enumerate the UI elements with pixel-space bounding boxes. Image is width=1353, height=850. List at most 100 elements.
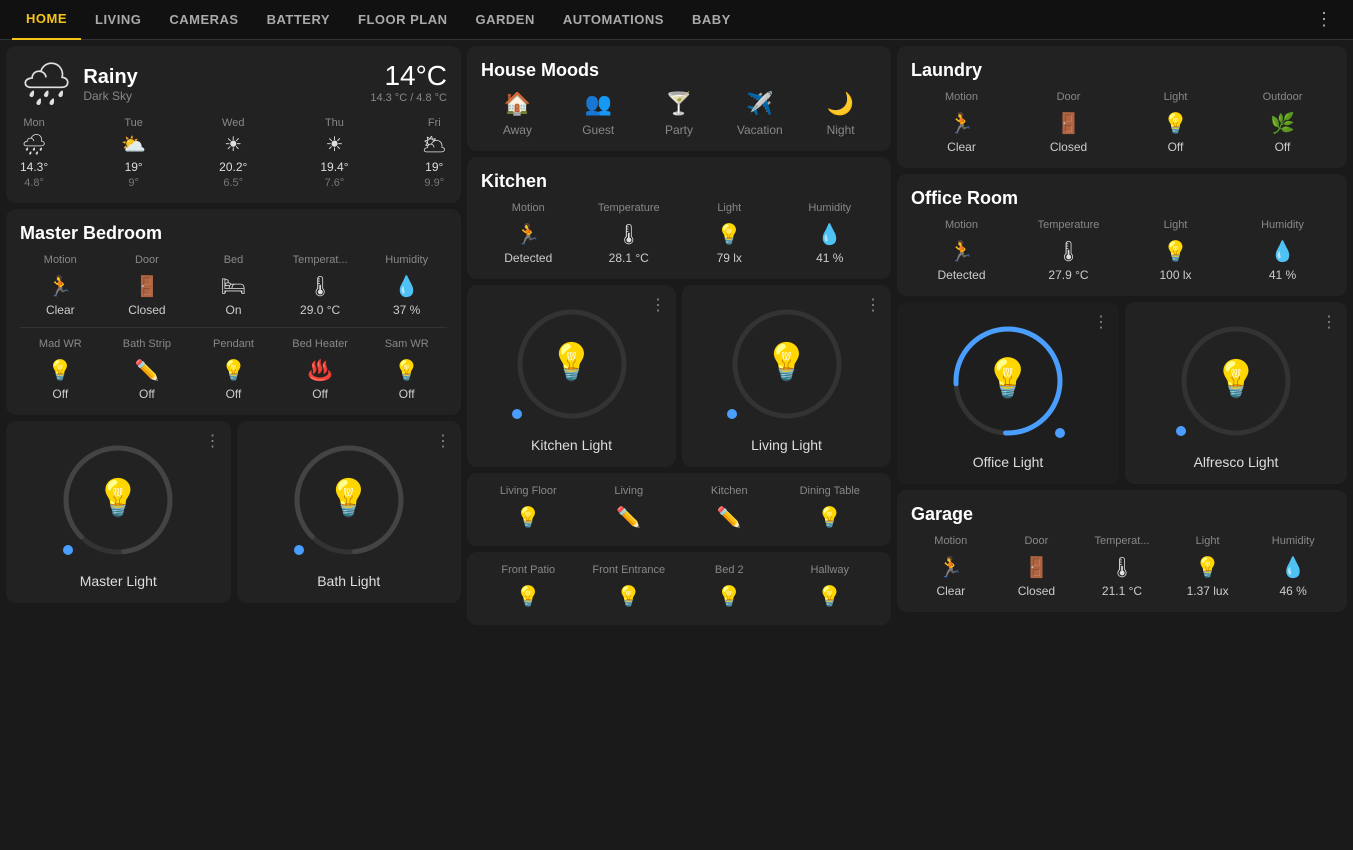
kitchen-humidity-label: Humidity xyxy=(808,202,851,214)
garage-light-icon: 💡 xyxy=(1195,555,1220,580)
weather-day-0: Mon 🌧 14.3° 4.8° xyxy=(20,117,48,189)
alfresco-light-title: Alfresco Light xyxy=(1194,454,1279,470)
mood-vacation[interactable]: ✈️ Vacation xyxy=(723,91,796,137)
nav-item-automations[interactable]: AUTOMATIONS xyxy=(549,0,678,40)
living-light-card[interactable]: ⋮ 💡 Living Light xyxy=(682,285,891,467)
office-light-card[interactable]: ⋮ 💡 Office Light xyxy=(897,302,1119,484)
office-light-sensor-label: Light xyxy=(1164,219,1188,231)
sensor-temp-label: Temperat... xyxy=(293,254,348,266)
light-bed-heater[interactable]: Bed Heater ♨️ Off xyxy=(280,338,361,401)
day1-lo: 9° xyxy=(128,177,139,189)
garage-motion-icon: 🏃 xyxy=(938,555,963,580)
nav-item-living[interactable]: LIVING xyxy=(81,0,155,40)
garage-light-label: Light xyxy=(1196,535,1220,547)
nav-item-battery[interactable]: BATTERY xyxy=(253,0,344,40)
sensor-motion-label: Motion xyxy=(44,254,77,266)
light-bath-strip[interactable]: Bath Strip ✏️ Off xyxy=(107,338,188,401)
light-pendant-value: Off xyxy=(226,387,242,401)
laundry-door-value: Closed xyxy=(1050,140,1087,154)
nav-more-icon[interactable]: ⋮ xyxy=(1307,9,1341,30)
strip1-item-3[interactable]: Dining Table 💡 xyxy=(783,485,878,534)
weather-condition: Rainy xyxy=(83,66,137,89)
master-light-card[interactable]: ⋮ 💡 Master Light xyxy=(6,421,231,603)
light-mad-wr-value: Off xyxy=(52,387,68,401)
strip1-item-1[interactable]: Living ✏️ xyxy=(582,485,677,534)
mood-party-icon: 🍸 xyxy=(665,91,692,117)
navigation: HOME LIVING CAMERAS BATTERY FLOOR PLAN G… xyxy=(0,0,1353,40)
strip2-label-2: Bed 2 xyxy=(715,564,744,576)
sensor-bed-value: On xyxy=(225,303,241,317)
kitchen-light-value: 79 lx xyxy=(717,251,742,265)
nav-item-home[interactable]: HOME xyxy=(12,0,81,40)
mood-night[interactable]: 🌙 Night xyxy=(804,91,877,137)
light-sam-wr[interactable]: Sam WR 💡 Off xyxy=(366,338,447,401)
weather-temp-main: 14°C xyxy=(370,60,447,92)
strip-grid-2: Front Patio 💡 Front Entrance 💡 Bed 2 💡 H… xyxy=(481,564,877,613)
kitchen-light-card[interactable]: ⋮ 💡 Kitchen Light xyxy=(467,285,676,467)
laundry-title: Laundry xyxy=(911,60,1333,81)
strip1-label-3: Dining Table xyxy=(800,485,860,497)
office-light-dots[interactable]: ⋮ xyxy=(1093,312,1109,332)
nav-item-floorplan[interactable]: FLOOR PLAN xyxy=(344,0,462,40)
kitchen-humidity-value: 41 % xyxy=(816,251,843,265)
office-alfresco-lights: ⋮ 💡 Office Light ⋮ xyxy=(897,302,1347,484)
light-bed-heater-label: Bed Heater xyxy=(292,338,348,350)
strip1-item-2[interactable]: Kitchen ✏️ xyxy=(682,485,777,534)
mood-vacation-label: Vacation xyxy=(737,123,783,137)
day2-hi: 20.2° xyxy=(219,160,247,174)
day1-hi: 19° xyxy=(125,160,143,174)
mood-night-label: Night xyxy=(827,123,855,137)
sensor-bed-label: Bed xyxy=(224,254,244,266)
master-light-dots[interactable]: ⋮ xyxy=(205,431,221,451)
light-pendant[interactable]: Pendant 💡 Off xyxy=(193,338,274,401)
strip2-item-1[interactable]: Front Entrance 💡 xyxy=(582,564,677,613)
strip1-item-0[interactable]: Living Floor 💡 xyxy=(481,485,576,534)
kitchen-motion: Motion 🏃 Detected xyxy=(481,202,576,265)
laundry-outdoor-value: Off xyxy=(1275,140,1291,154)
day3-name: Thu xyxy=(325,117,344,129)
kitchen-motion-label: Motion xyxy=(512,202,545,214)
office-humidity-value: 41 % xyxy=(1269,268,1296,282)
garage-motion: Motion 🏃 Clear xyxy=(911,535,991,598)
garage-humidity-value: 46 % xyxy=(1280,584,1307,598)
alfresco-light-dots[interactable]: ⋮ xyxy=(1321,312,1337,332)
garage-card: Garage Motion 🏃 Clear Door 🚪 Closed Temp… xyxy=(897,490,1347,612)
strip1-icon-3: 💡 xyxy=(817,505,842,530)
mood-vacation-icon: ✈️ xyxy=(746,91,773,117)
strip2-item-0[interactable]: Front Patio 💡 xyxy=(481,564,576,613)
garage-temp-icon: 🌡 xyxy=(1109,555,1134,580)
office-humidity-icon: 💧 xyxy=(1270,239,1295,264)
garage-door: Door 🚪 Closed xyxy=(997,535,1077,598)
light-mad-wr[interactable]: Mad WR 💡 Off xyxy=(20,338,101,401)
strip2-icon-0: 💡 xyxy=(516,584,541,609)
office-temp-icon: 🌡 xyxy=(1056,239,1081,264)
strip2-item-2[interactable]: Bed 2 💡 xyxy=(682,564,777,613)
mood-guest[interactable]: 👥 Guest xyxy=(562,91,635,137)
garage-humidity: Humidity 💧 46 % xyxy=(1253,535,1333,598)
alfresco-light-card[interactable]: ⋮ 💡 Alfresco Light xyxy=(1125,302,1347,484)
office-light-sensor-icon: 💡 xyxy=(1163,239,1188,264)
mood-party[interactable]: 🍸 Party xyxy=(643,91,716,137)
garage-humidity-icon: 💧 xyxy=(1281,555,1306,580)
bath-light-card[interactable]: ⋮ 💡 Bath Light xyxy=(237,421,462,603)
mood-away[interactable]: 🏠 Away xyxy=(481,91,554,137)
day4-icon: 🌥 xyxy=(422,132,447,157)
laundry-motion-value: Clear xyxy=(947,140,976,154)
light-mad-wr-icon: 💡 xyxy=(48,358,73,383)
kitchen-light-dots[interactable]: ⋮ xyxy=(650,295,666,315)
kitchen-light: Light 💡 79 lx xyxy=(682,202,777,265)
nav-item-cameras[interactable]: CAMERAS xyxy=(155,0,252,40)
sensor-temp-icon: 🌡 xyxy=(307,274,332,299)
nav-item-baby[interactable]: BABY xyxy=(678,0,745,40)
garage-door-icon: 🚪 xyxy=(1024,555,1049,580)
strip1-icon-0: 💡 xyxy=(516,505,541,530)
strip2-item-3[interactable]: Hallway 💡 xyxy=(783,564,878,613)
sensor-humidity: Humidity 💧 37 % xyxy=(366,254,447,317)
bath-light-dots[interactable]: ⋮ xyxy=(435,431,451,451)
office-room-sensors: Motion 🏃 Detected Temperature 🌡 27.9 °C … xyxy=(911,219,1333,282)
nav-item-garden[interactable]: GARDEN xyxy=(462,0,549,40)
sensor-door: Door 🚪 Closed xyxy=(107,254,188,317)
living-light-dots[interactable]: ⋮ xyxy=(865,295,881,315)
house-moods-card: House Moods 🏠 Away 👥 Guest 🍸 Party ✈️ Va… xyxy=(467,46,891,151)
day2-lo: 6.5° xyxy=(223,177,243,189)
